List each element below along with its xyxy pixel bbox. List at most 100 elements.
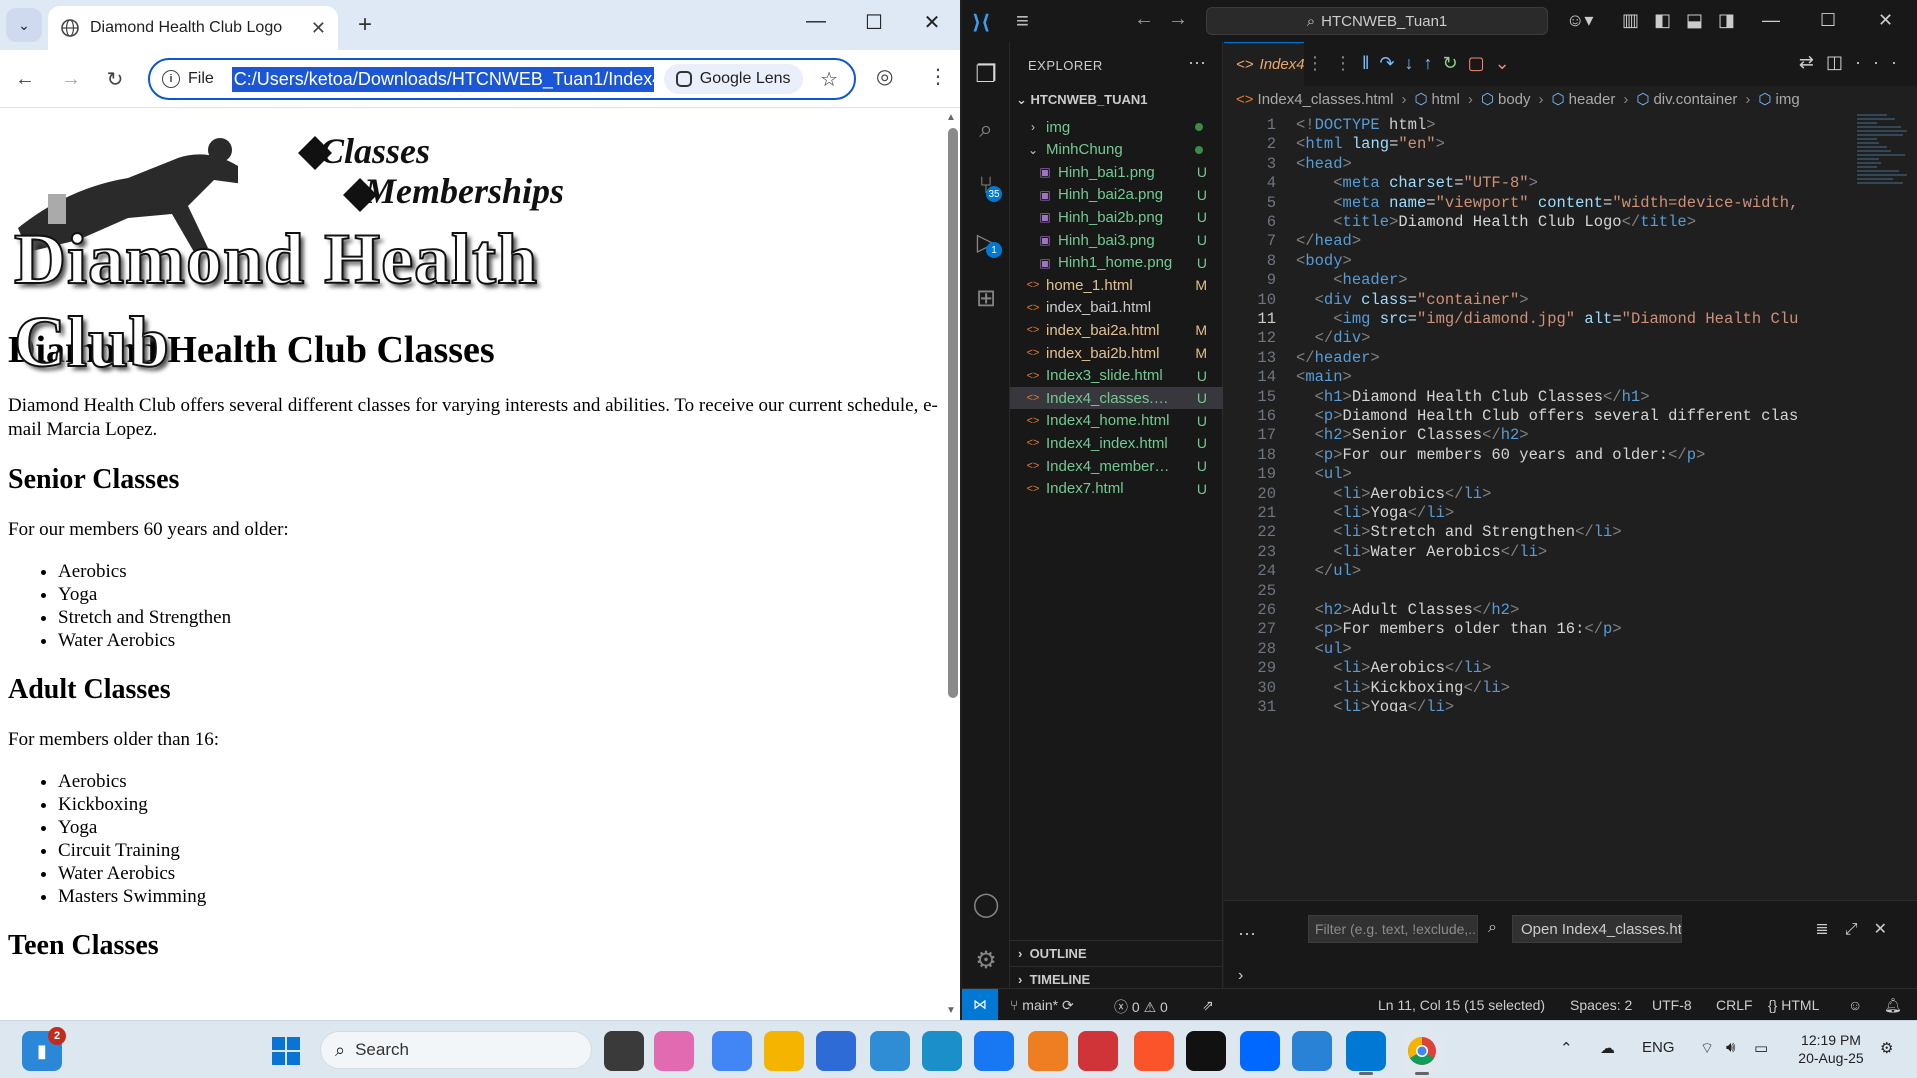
tree-file[interactable]: <> index_bai1.html <box>1010 297 1223 319</box>
settings-gear-icon[interactable]: ⚙ <box>962 936 1010 984</box>
code-line[interactable]: 6 <title>Diamond Health Club Logo</title… <box>1224 213 1917 232</box>
code-line[interactable]: 10 <div class="container"> <box>1224 291 1917 310</box>
battery-icon[interactable]: ▭ <box>1754 1039 1768 1057</box>
wifi-icon[interactable]: ⌔ <box>1700 1039 1714 1058</box>
encoding-status[interactable]: UTF-8 <box>1652 997 1692 1013</box>
zalo-icon[interactable] <box>1240 1031 1280 1071</box>
file-explorer-icon[interactable] <box>764 1031 804 1071</box>
code-line[interactable]: 7 </head> <box>1224 232 1917 251</box>
maximize-panel-icon[interactable]: ⤢ <box>1845 921 1874 938</box>
code-line[interactable]: 15 <h1>Diamond Health Club Classes</h1> <box>1224 388 1917 407</box>
tree-folder[interactable]: › img <box>1010 116 1223 138</box>
photos-icon[interactable] <box>1292 1031 1332 1071</box>
tree-file[interactable]: ▣ Hinh1_home.png U <box>1010 252 1223 274</box>
code-line[interactable]: 5 <meta name="viewport" content="width=d… <box>1224 194 1917 213</box>
tree-file[interactable]: <> index_bai2a.html M <box>1010 319 1223 341</box>
drag-handle-icon[interactable]: ⋮⋮ <box>1306 53 1362 74</box>
tree-file[interactable]: <> Index4_classes.html U <box>1010 387 1223 410</box>
tree-file[interactable]: ▣ Hinh_bai2b.png U <box>1010 206 1223 228</box>
page-scrollbar[interactable]: ▲ ▼ <box>946 112 958 1016</box>
split-editor-icon[interactable]: ◫ <box>1826 52 1855 72</box>
address-bar[interactable]: i File C:/Users/ketoa/Downloads/HTCNWEB_… <box>148 58 856 100</box>
chrome-icon[interactable] <box>1402 1031 1442 1071</box>
chrome-notify-icon[interactable] <box>870 1031 910 1071</box>
outline-section[interactable]: › OUTLINE <box>1010 940 1223 966</box>
cursor-position[interactable]: Ln 11, Col 15 (15 selected) <box>1378 997 1545 1013</box>
start-button[interactable] <box>266 1031 306 1071</box>
tab-search-button[interactable]: ⌄ <box>6 8 42 42</box>
language-indicator[interactable]: ENG <box>1642 1039 1675 1056</box>
url-text[interactable]: C:/Users/ketoa/Downloads/HTCNWEB_Tuan1/I… <box>231 66 654 92</box>
code-line[interactable]: 8 <body> <box>1224 252 1917 271</box>
vscode-minimize-button[interactable]: — <box>1762 10 1780 31</box>
back-button[interactable]: ← <box>10 64 40 94</box>
copilot-icon[interactable] <box>654 1031 694 1071</box>
vscode-close-button[interactable]: ✕ <box>1878 10 1893 31</box>
problems-status[interactable]: ⓧ 0 ⚠ 0 <box>1114 997 1168 1017</box>
panel-more-icon[interactable]: ··· <box>1238 923 1256 944</box>
scroll-up-icon[interactable]: ▲ <box>946 112 956 123</box>
code-line[interactable]: 17 <h2>Senior Classes</h2> <box>1224 426 1917 445</box>
chrome-menu-icon[interactable]: ⋮ <box>928 64 948 89</box>
language-status[interactable]: {} HTML <box>1768 997 1819 1013</box>
minimap[interactable] <box>1857 114 1909 234</box>
reload-button[interactable]: ↻ <box>100 64 130 94</box>
browser-tab[interactable]: Diamond Health Club Logo ✕ <box>48 6 338 50</box>
breadcrumb-item[interactable]: html <box>1432 91 1460 108</box>
toggle-secondary-sidebar-icon[interactable]: ◨ <box>1718 10 1735 31</box>
scroll-down-icon[interactable]: ▼ <box>946 1005 956 1016</box>
breadcrumb-item[interactable]: body <box>1498 91 1531 108</box>
source-control-icon[interactable]: ⑂ 35 <box>962 162 1010 210</box>
copilot-icon[interactable]: ☺▾ <box>1566 10 1593 31</box>
code-line[interactable]: 4 <meta charset="UTF-8"> <box>1224 174 1917 193</box>
explorer-icon[interactable]: ❐ <box>962 50 1010 98</box>
tree-file[interactable]: <> Index3_slide.html U <box>1010 365 1223 387</box>
capcut-icon[interactable] <box>1186 1031 1226 1071</box>
code-line[interactable]: 12 </div> <box>1224 329 1917 348</box>
close-window-button[interactable]: ✕ <box>912 10 952 35</box>
layout-icon[interactable]: ▥ <box>1622 10 1639 31</box>
bookmark-star-icon[interactable]: ☆ <box>820 67 838 92</box>
code-editor[interactable]: 1 <!DOCTYPE html> 2 <html lang="en"> 3 <head>… <box>1224 112 1917 712</box>
compare-icon[interactable]: ⇄ <box>1799 52 1826 72</box>
code-line[interactable]: 14 <main> <box>1224 368 1917 387</box>
facebook-icon[interactable] <box>974 1031 1014 1071</box>
maximize-button[interactable]: ☐ <box>854 10 894 35</box>
command-center[interactable]: ⌕ HTCNWEB_Tuan1 <box>1206 7 1548 35</box>
search-icon[interactable]: ⌕ <box>962 106 1010 154</box>
eol-status[interactable]: CRLF <box>1716 997 1753 1013</box>
breadcrumb-item[interactable]: img <box>1776 91 1800 108</box>
brave-icon[interactable] <box>1134 1031 1174 1071</box>
code-line[interactable]: 21 <li>Yoga</li> <box>1224 504 1917 523</box>
task-view-icon[interactable] <box>604 1031 644 1071</box>
notifications-bell-icon[interactable]: 🔔︎ <box>1884 997 1902 1014</box>
code-line[interactable]: 31 <li>Yoga</li> <box>1224 698 1917 712</box>
volume-icon[interactable]: 🔊︎ <box>1726 1039 1735 1056</box>
code-line[interactable]: 16 <p>Diamond Health Club offers several… <box>1224 407 1917 426</box>
app-grid-icon[interactable] <box>1078 1031 1118 1071</box>
code-line[interactable]: 27 <p>For members older than 16:</p> <box>1224 620 1917 639</box>
step-out-icon[interactable]: ↑ <box>1424 53 1443 74</box>
minimize-button[interactable]: — <box>796 10 836 33</box>
code-line[interactable]: 30 <li>Kickboxing</li> <box>1224 679 1917 698</box>
tree-file[interactable]: <> Index4_home.html U <box>1010 410 1223 432</box>
code-line[interactable]: 11 <img src="img/diamond.jpg" alt="Diamo… <box>1224 310 1917 329</box>
vscode-icon[interactable] <box>1346 1031 1386 1071</box>
tree-file[interactable]: ▣ Hinh_bai1.png U <box>1010 161 1223 183</box>
code-line[interactable]: 2 <html lang="en"> <box>1224 135 1917 154</box>
tree-file[interactable]: <> index_bai2b.html M <box>1010 342 1223 364</box>
clear-output-icon[interactable]: ≣ <box>1815 921 1844 938</box>
code-line[interactable]: 29 <li>Aerobics</li> <box>1224 659 1917 678</box>
live-share-icon[interactable]: ⇗ <box>1202 997 1214 1014</box>
tree-file[interactable]: ▣ Hinh_bai3.png U <box>1010 229 1223 251</box>
more-actions-icon[interactable]: ··· <box>1855 52 1909 72</box>
toggle-panel-icon[interactable]: ⬓ <box>1686 10 1703 31</box>
notification-icon[interactable]: ⚙ <box>1880 1039 1893 1057</box>
taskbar-clock[interactable]: 12:19 PM 20-Aug-25 <box>1796 1031 1866 1067</box>
code-line[interactable]: 18 <p>For our members 60 years and older… <box>1224 446 1917 465</box>
code-line[interactable]: 22 <li>Stretch and Strengthen</li> <box>1224 523 1917 542</box>
edge-icon[interactable] <box>922 1031 962 1071</box>
code-line[interactable]: 1 <!DOCTYPE html> <box>1224 116 1917 135</box>
breadcrumb-item[interactable]: header <box>1569 91 1616 108</box>
output-channel-dropdown[interactable]: Open Index4_classes.html⌄ <box>1512 915 1682 943</box>
